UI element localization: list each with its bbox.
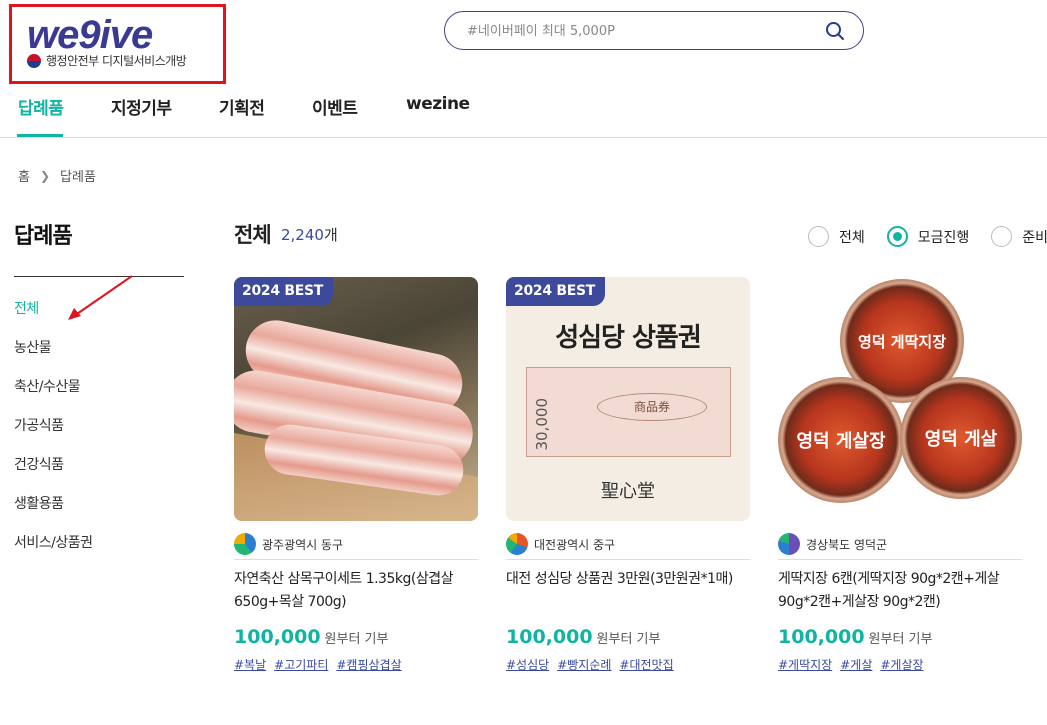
- tag-link[interactable]: #게살: [840, 656, 872, 673]
- tag-link[interactable]: #복날: [234, 656, 266, 673]
- nav-exhibition[interactable]: 기획전: [219, 94, 265, 119]
- voucher-heading: 성심당 상품권: [555, 323, 702, 353]
- list-title: 전체: [234, 223, 272, 247]
- category-agriculture[interactable]: 농산물: [14, 337, 93, 376]
- region-logo-icon: [234, 533, 256, 555]
- logo-subtitle: 행정안전부 디지털서비스개방: [27, 52, 187, 69]
- logo[interactable]: we9ive 행정안전부 디지털서비스개방: [9, 4, 226, 84]
- tag-list: #성심당 #빵지순례 #대전맛집: [506, 656, 750, 673]
- product-card[interactable]: 2024 BEST 광주광역시 동구 자연축산 삼목구이세트 1.35kg(삼겹…: [234, 277, 478, 673]
- region-row: 경상북도 영덕군: [778, 529, 1022, 560]
- voucher-amount: 30,000: [533, 398, 551, 451]
- product-image[interactable]: 성심당 상품권 30,000 商品券 聖心堂 2024 BEST: [506, 277, 750, 521]
- price-unit: 원부터 기부: [868, 632, 933, 647]
- chevron-right-icon: ❯: [39, 168, 51, 183]
- tag-link[interactable]: #성심당: [506, 656, 549, 673]
- breadcrumb-home[interactable]: 홈: [18, 166, 30, 185]
- main-nav: 답례품 지정기부 기획전 이벤트 wezine: [0, 84, 1047, 138]
- radio-checked-icon[interactable]: [886, 226, 908, 247]
- tag-link[interactable]: #고기파티: [274, 656, 328, 673]
- filter-in-progress[interactable]: 모금진행: [886, 226, 970, 247]
- region-logo-icon: [506, 533, 528, 555]
- result-count: 2,240개: [281, 224, 338, 245]
- radio-icon[interactable]: [991, 226, 1013, 247]
- category-livestock-seafood[interactable]: 축산/수산물: [14, 376, 93, 415]
- result-count-unit: 개: [323, 226, 338, 244]
- region-row: 대전광역시 중구: [506, 529, 750, 560]
- region-logo-icon: [778, 533, 800, 555]
- result-count-number: 2,240: [281, 226, 324, 244]
- category-health-food[interactable]: 건강식품: [14, 454, 93, 493]
- radio-icon[interactable]: [808, 226, 829, 247]
- voucher-stamp: 商品券: [597, 393, 707, 421]
- region-name: 경상북도 영덕군: [806, 537, 888, 552]
- region-name: 대전광역시 중구: [534, 537, 616, 552]
- filter-all-label: 전체: [839, 229, 865, 246]
- filter-all[interactable]: 전체: [808, 226, 865, 247]
- sidebar-title: 답례품: [14, 224, 73, 249]
- region-row: 광주광역시 동구: [234, 529, 478, 560]
- can-label: 영덕 게살장: [796, 431, 886, 452]
- tag-list: #복날 #고기파티 #캠핑삼겹살: [234, 656, 478, 673]
- product-image[interactable]: 2024 BEST: [234, 277, 478, 521]
- price-unit: 원부터 기부: [596, 632, 661, 647]
- best-badge: 2024 BEST: [506, 277, 606, 306]
- breadcrumb-current: 답례품: [60, 170, 96, 185]
- filter-preparing-label: 준비: [1022, 229, 1047, 246]
- product-name[interactable]: 대전 성심당 상품권 3만원(3만원권*1매): [506, 568, 750, 616]
- category-processed-food[interactable]: 가공식품: [14, 415, 93, 454]
- search-bar: [444, 11, 864, 50]
- can-label: 영덕 게딱지장: [857, 333, 947, 351]
- product-image[interactable]: 영덕 게딱지장 영덕 게살장 영덕 게살: [778, 277, 1022, 521]
- product-card[interactable]: 성심당 상품권 30,000 商品券 聖心堂 2024 BEST 대전광역시 중…: [506, 277, 750, 673]
- filter-in-progress-label: 모금진행: [917, 229, 970, 246]
- can-image: 영덕 게살: [900, 377, 1022, 499]
- tag-link[interactable]: #게살장: [880, 656, 923, 673]
- category-list: 전체 농산물 축산/수산물 가공식품 건강식품 생활용품 서비스/상품권: [14, 298, 93, 571]
- voucher-signature: 聖心堂: [601, 481, 655, 502]
- tag-link[interactable]: #캠핑삼겹살: [336, 656, 401, 673]
- category-household[interactable]: 생활용품: [14, 493, 93, 532]
- tag-link[interactable]: #대전맛집: [619, 656, 673, 673]
- nav-designated-donation[interactable]: 지정기부: [111, 94, 172, 119]
- taegeuk-icon: [27, 53, 41, 68]
- search-input[interactable]: [467, 21, 817, 41]
- can-label: 영덕 게살: [924, 429, 998, 450]
- product-name[interactable]: 자연축산 삼목구이세트 1.35kg(삼겹살 650g+목살 700g): [234, 568, 478, 616]
- logo-subtitle-text: 행정안전부 디지털서비스개방: [46, 54, 187, 68]
- best-badge: 2024 BEST: [234, 277, 334, 306]
- breadcrumb: 홈 ❯ 답례품: [18, 166, 96, 186]
- nav-gifts[interactable]: 답례품: [18, 94, 64, 119]
- product-price: 100,000: [778, 626, 865, 648]
- price-unit: 원부터 기부: [324, 632, 389, 647]
- product-price: 100,000: [506, 626, 593, 648]
- product-name[interactable]: 게딱지장 6캔(게딱지장 90g*2캔+게살 90g*2캔+게살장 90g*2캔…: [778, 568, 1022, 616]
- can-image: 영덕 게살장: [778, 377, 904, 503]
- product-price: 100,000: [234, 626, 321, 648]
- category-service-voucher[interactable]: 서비스/상품권: [14, 532, 93, 571]
- search-icon[interactable]: [825, 21, 845, 41]
- nav-event[interactable]: 이벤트: [312, 94, 358, 119]
- nav-wezine[interactable]: wezine: [406, 94, 470, 114]
- status-filter: 전체 모금진행 준비: [808, 226, 1047, 247]
- tag-link[interactable]: #빵지순례: [557, 656, 611, 673]
- filter-preparing[interactable]: 준비: [991, 226, 1047, 247]
- nav-active-indicator: [17, 134, 63, 137]
- region-name: 광주광역시 동구: [262, 537, 344, 552]
- product-card[interactable]: 영덕 게딱지장 영덕 게살장 영덕 게살 경상북도 영덕군 게딱지장 6캔(게딱…: [778, 277, 1022, 673]
- tag-link[interactable]: #게딱지장: [778, 656, 832, 673]
- tag-list: #게딱지장 #게살 #게살장: [778, 656, 1022, 673]
- price-row: 100,000 원부터 기부: [234, 626, 478, 648]
- voucher-bill-image: 30,000 商品券: [526, 367, 731, 457]
- annotation-arrow-icon: [68, 275, 133, 320]
- price-row: 100,000 원부터 기부: [778, 626, 1022, 648]
- price-row: 100,000 원부터 기부: [506, 626, 750, 648]
